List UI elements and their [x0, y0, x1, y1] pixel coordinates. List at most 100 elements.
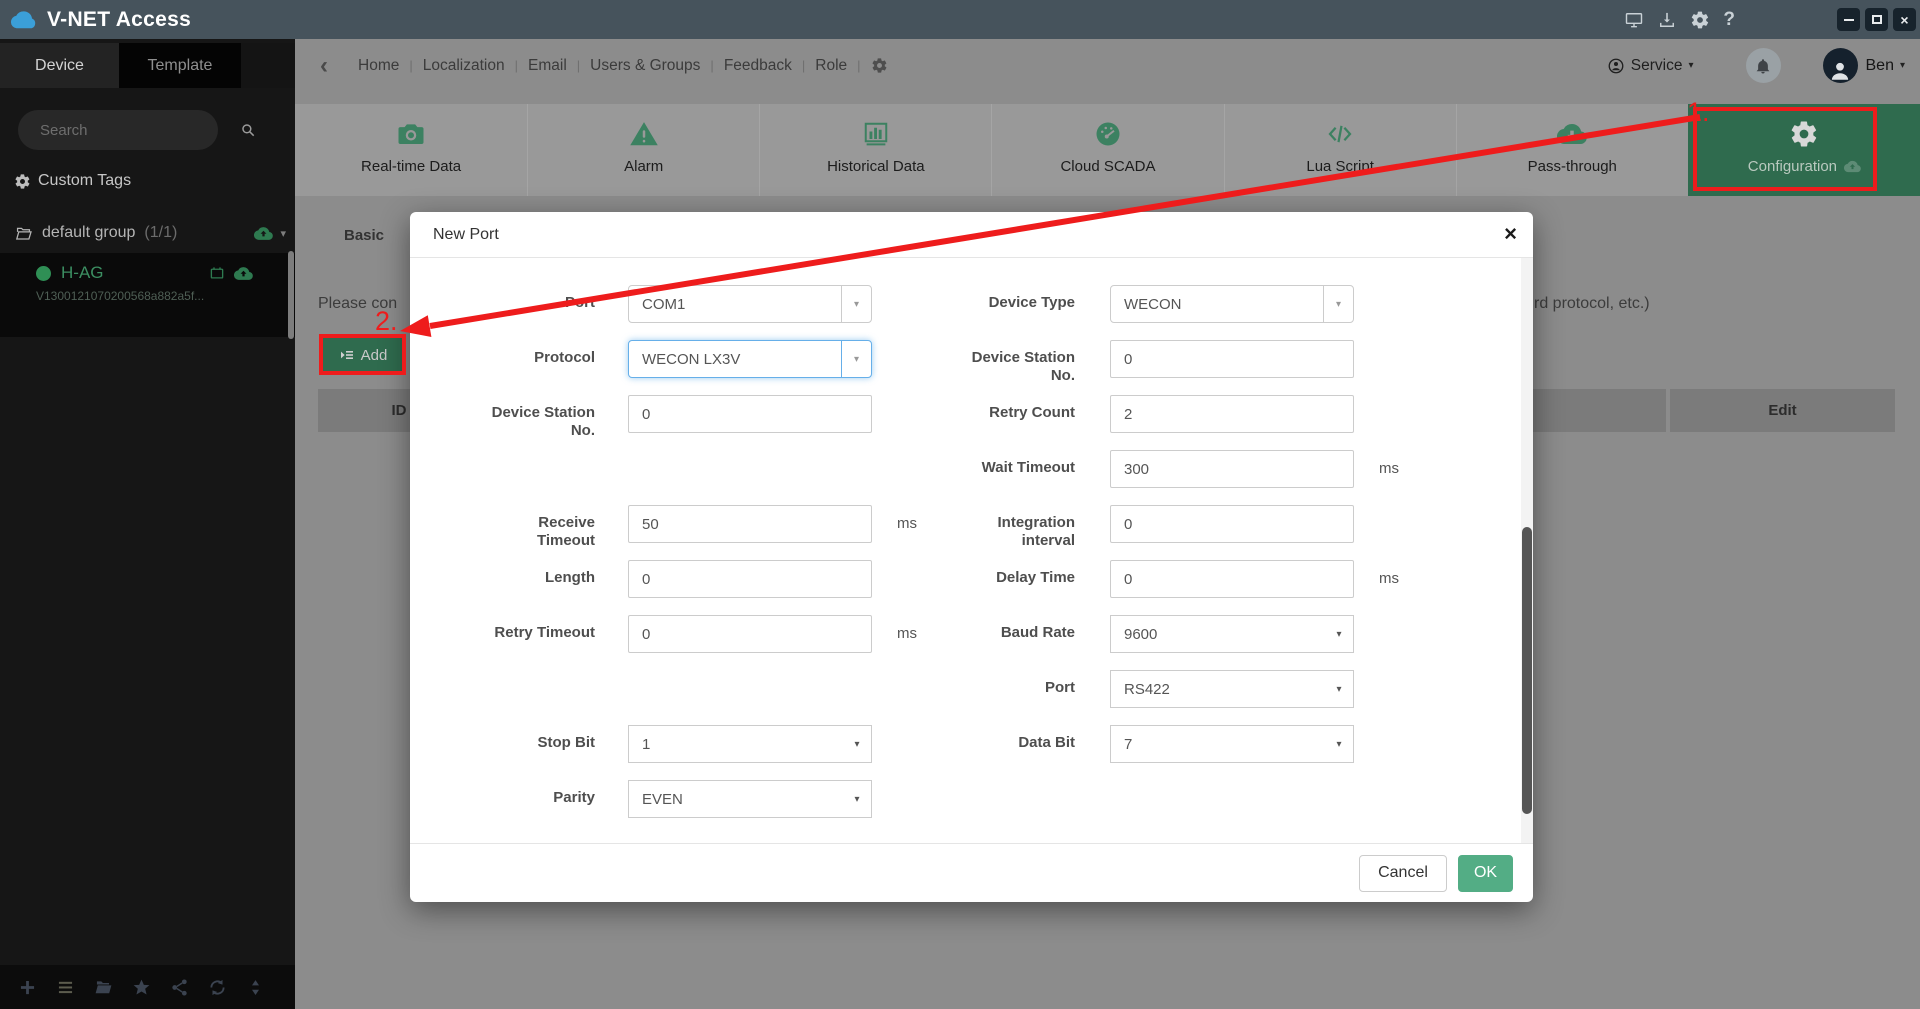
close-icon[interactable]: ×: [1504, 223, 1517, 245]
cloud-upload-icon[interactable]: [254, 224, 273, 243]
gear-icon[interactable]: [1690, 10, 1710, 30]
breadcrumb-role[interactable]: Role: [815, 57, 847, 75]
port-select[interactable]: COM1▾: [628, 285, 872, 323]
data-bit-select[interactable]: 7▾: [1110, 725, 1354, 763]
delay-time-input[interactable]: [1110, 560, 1354, 598]
sidebar-tab-template[interactable]: Template: [119, 43, 241, 88]
tab-configuration[interactable]: Configuration: [1688, 104, 1920, 196]
cloud-upload-icon[interactable]: [234, 264, 253, 283]
notifications-button[interactable]: [1746, 48, 1781, 83]
add-icon[interactable]: [17, 977, 38, 998]
receive-timeout-input[interactable]: [628, 505, 872, 543]
sort-icon[interactable]: [245, 977, 266, 998]
search-input[interactable]: [18, 122, 239, 139]
cancel-button[interactable]: Cancel: [1359, 855, 1447, 892]
maximize-button[interactable]: [1865, 8, 1888, 31]
device-type-select[interactable]: WECON▾: [1110, 285, 1354, 323]
list-icon[interactable]: [55, 977, 76, 998]
separator: |: [577, 58, 580, 73]
tab-cloud-scada[interactable]: Cloud SCADA: [991, 104, 1223, 196]
device-station-no-input[interactable]: [628, 395, 872, 433]
star-icon[interactable]: [131, 977, 152, 998]
breadcrumb-home[interactable]: Home: [358, 57, 399, 75]
sidebar-tab-device[interactable]: Device: [0, 43, 119, 88]
minimize-button[interactable]: [1837, 8, 1860, 31]
tab-lua-script[interactable]: Lua Script: [1224, 104, 1456, 196]
help-icon[interactable]: ?: [1723, 9, 1735, 31]
app-title: V-NET Access: [47, 8, 191, 32]
share-icon[interactable]: [169, 977, 190, 998]
group-name: default group: [42, 224, 135, 242]
gear-icon: [1789, 119, 1819, 149]
tab-basic[interactable]: Basic: [344, 227, 384, 244]
retry-count-input[interactable]: [1110, 395, 1354, 433]
cloud-download-icon: [1557, 119, 1587, 149]
list-add-icon: [339, 347, 355, 363]
tab-pass-through[interactable]: Pass-through: [1456, 104, 1688, 196]
download-icon[interactable]: [1657, 10, 1677, 30]
caret-down-icon: ▾: [841, 286, 871, 322]
breadcrumb-localization[interactable]: Localization: [423, 57, 505, 75]
add-port-button[interactable]: Add: [321, 337, 405, 373]
tab-historical-data[interactable]: Historical Data: [759, 104, 991, 196]
field-label: Integration interval: [960, 505, 1075, 550]
integration-interval-input[interactable]: [1110, 505, 1354, 543]
baud-rate-select[interactable]: 9600▾: [1110, 615, 1354, 653]
close-window-button[interactable]: ×: [1893, 8, 1916, 31]
add-button-label: Add: [361, 347, 388, 364]
ok-button[interactable]: OK: [1458, 855, 1513, 892]
search-box[interactable]: [18, 110, 218, 150]
protocol-select[interactable]: WECON LX3V▾: [628, 340, 872, 378]
device-station-no-input[interactable]: [1110, 340, 1354, 378]
sidebar-scrollbar-thumb[interactable]: [288, 251, 294, 339]
dialog-title: New Port: [433, 212, 499, 258]
dialog-body: Port COM1▾ Device Type WECON▾ Protocol W…: [410, 258, 1533, 843]
breadcrumb-feedback[interactable]: Feedback: [724, 57, 792, 75]
custom-tags-label: Custom Tags: [38, 172, 131, 190]
breadcrumb-users-groups[interactable]: Users & Groups: [590, 57, 700, 75]
hint-text-left: Please con: [318, 295, 397, 313]
parity-select[interactable]: EVEN▾: [628, 780, 872, 818]
monitor-icon[interactable]: [1624, 10, 1644, 30]
column-header-edit: Edit: [1666, 389, 1895, 432]
caret-down-icon: ▾: [1325, 739, 1353, 750]
sidebar-item-custom-tags[interactable]: Custom Tags: [14, 172, 131, 190]
breadcrumb: Home| Localization| Email| Users & Group…: [358, 57, 888, 75]
retry-timeout-input[interactable]: [628, 615, 872, 653]
service-dropdown[interactable]: Service ▾: [1607, 57, 1694, 75]
field-label: Parity: [480, 780, 595, 807]
caret-down-icon: ▾: [843, 739, 871, 750]
gear-icon: [14, 173, 31, 190]
tab-label: Configuration: [1748, 158, 1837, 175]
gauge-icon: [1093, 119, 1123, 149]
dialog-scrollbar-thumb[interactable]: [1522, 527, 1532, 814]
user-menu[interactable]: Ben ▾: [1866, 57, 1906, 75]
folder-open-icon[interactable]: [93, 977, 114, 998]
search-icon[interactable]: [239, 121, 257, 139]
tab-label: Alarm: [624, 158, 663, 175]
tab-realtime-data[interactable]: Real-time Data: [295, 104, 527, 196]
avatar[interactable]: [1823, 48, 1858, 83]
refresh-icon[interactable]: [207, 977, 228, 998]
length-input[interactable]: [628, 560, 872, 598]
tab-alarm[interactable]: Alarm: [527, 104, 759, 196]
caret-down-icon: ▾: [1323, 286, 1353, 322]
tab-label: Real-time Data: [361, 158, 461, 175]
device-name: H-AG: [61, 263, 104, 283]
brand: V-NET Access: [0, 8, 191, 32]
field-label: Stop Bit: [480, 725, 595, 752]
sidebar-device-item[interactable]: H-AG V1300121070200568a882a5f...: [0, 253, 295, 337]
breadcrumb-email[interactable]: Email: [528, 57, 567, 75]
stop-bit-select[interactable]: 1▾: [628, 725, 872, 763]
back-chevron-icon[interactable]: ‹: [320, 54, 328, 78]
serial-port-select[interactable]: RS422▾: [1110, 670, 1354, 708]
sidebar-group-default[interactable]: default group (1/1) ▾: [14, 219, 286, 247]
hmi-icon[interactable]: [208, 264, 226, 282]
settings-gear-icon[interactable]: [871, 57, 888, 74]
wait-timeout-input[interactable]: [1110, 450, 1354, 488]
chevron-down-icon[interactable]: ▾: [280, 227, 286, 240]
app-root: V-NET Access ? × Device Template: [0, 0, 1920, 1009]
service-label: Service: [1631, 57, 1683, 75]
sidebar: Device Template Custom Tags default grou…: [0, 39, 295, 1009]
new-port-dialog: New Port × Port COM1▾ Device Type WECON▾…: [410, 212, 1533, 902]
